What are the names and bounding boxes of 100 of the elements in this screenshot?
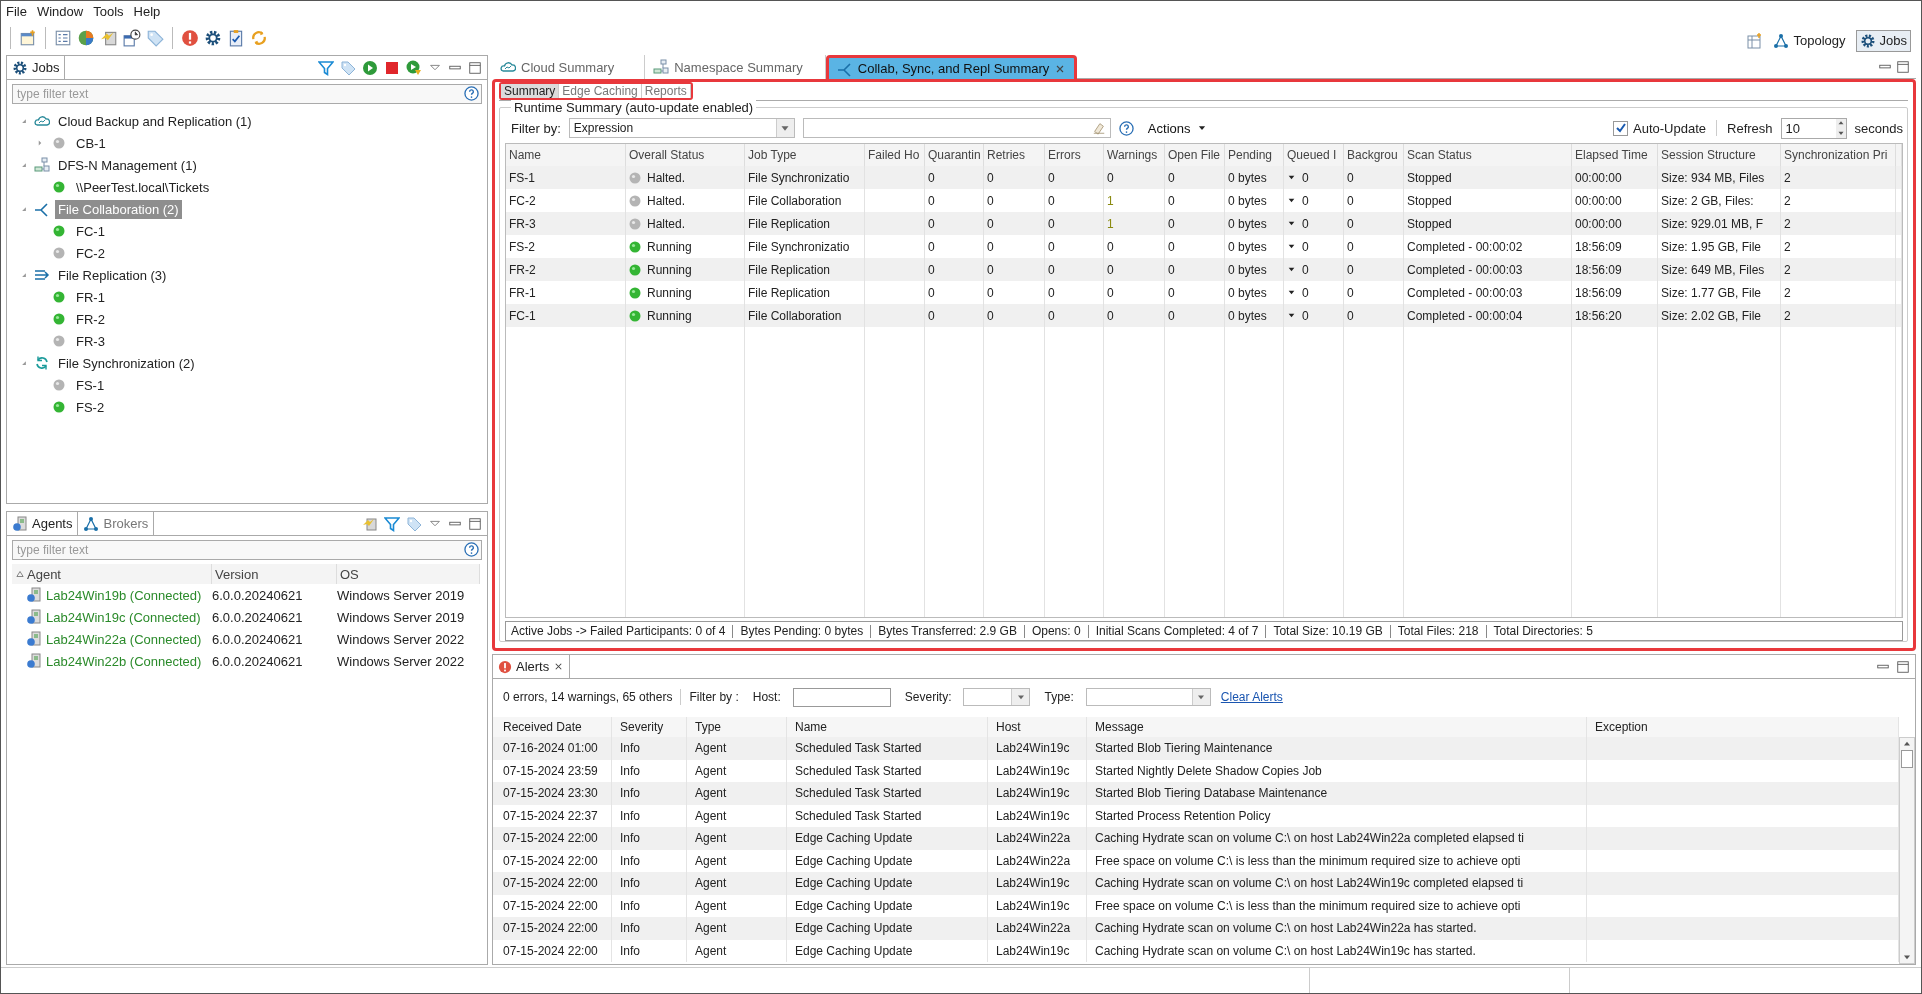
menu-item[interactable]: Tools [93,3,124,20]
actions-menu[interactable]: Actions [1141,119,1214,137]
editor-tab[interactable]: Collab, Sync, and Repl Summary [825,55,1078,79]
editor-tab[interactable]: Namespace Summary [645,55,826,79]
new-window-icon[interactable] [19,28,37,47]
tree-item[interactable]: FR-3 [73,331,108,351]
tree-item[interactable]: FS-1 [73,375,108,395]
table-cell: 0 [1347,216,1354,231]
subtab[interactable]: Summary [501,84,560,98]
table-cell: 0 [987,308,994,323]
severity-dropdown[interactable] [963,688,1031,706]
play-icon[interactable] [406,59,422,76]
filter-icon[interactable] [318,59,334,76]
type-dropdown[interactable] [1085,688,1211,706]
maximize-icon[interactable] [468,60,482,75]
menu-item[interactable]: File [6,3,27,20]
menu-item[interactable]: Help [133,3,161,20]
tree-item[interactable]: Cloud Backup and Replication (1) [55,111,255,131]
agent-name[interactable]: Lab24Win22b (Connected) [46,653,202,669]
table-cell: File Synchronizatio [748,239,850,254]
view-tab[interactable]: Brokers [78,512,155,535]
filter-field[interactable]: type filter text [12,84,482,104]
table-cell: Caching Hydrate scan on volume C:\ on host Lab24Win19c has started. [1095,943,1476,958]
table-cell: Size: 1.95 GB, File [1661,239,1762,254]
clear-alerts-link[interactable]: Clear Alerts [1220,690,1283,704]
maximize-icon[interactable] [468,516,482,531]
table-cell: 0 [1107,262,1114,277]
tag-icon[interactable] [340,59,356,76]
tree-item[interactable]: File Replication (3) [55,265,170,285]
table-cell: File Synchronizatio [748,170,850,185]
sync-icon[interactable] [250,28,268,47]
tree-item[interactable]: File Synchronization (2) [55,353,198,373]
column-header[interactable]: Version [212,564,337,584]
perspective-button[interactable]: Jobs [1855,29,1911,52]
new-view-icon[interactable] [1747,32,1764,49]
help-icon[interactable] [464,86,479,101]
tree-item[interactable]: FC-1 [73,221,108,241]
settings-icon[interactable] [204,28,222,47]
tree-item[interactable]: FR-2 [73,309,108,329]
refresh-spinner[interactable]: 10 [1780,117,1847,139]
summary-text: Total Files: 218 [1397,624,1479,638]
table-cell: Windows Server 2022 [337,631,465,647]
subtab[interactable]: Reports [641,84,691,98]
eraser-icon[interactable] [1091,121,1106,135]
table-cell: Agent [695,786,727,801]
table-cell: FS-2 [509,239,535,254]
help-icon[interactable] [1118,120,1134,136]
filter-field[interactable]: type filter text [12,540,482,560]
table-cell: Edge Caching Update [795,943,913,958]
scroll-bar[interactable] [1899,737,1915,964]
list-icon[interactable] [54,28,72,47]
subtab[interactable]: Edge Caching [559,84,642,98]
table-cell: 0 [928,308,935,323]
agent-name[interactable]: Lab24Win19c (Connected) [46,609,201,625]
agent-name[interactable]: Lab24Win19b (Connected) [46,587,202,603]
table-cell: Lab24Win19c [996,763,1070,778]
table-cell: 0 [1048,239,1055,254]
menu-item[interactable]: Window [36,3,84,20]
table-cell: Agent [695,876,727,891]
editor-tab[interactable]: Cloud Summary [492,55,646,79]
table-cell: Agent [695,763,727,778]
tree-item[interactable]: FR-1 [73,287,108,307]
stop-icon[interactable] [384,59,400,76]
alert-icon[interactable] [181,28,199,47]
table-cell: Free space on volume C:\ is less than the minimum required size to achieve opti [1095,853,1521,868]
tree-item[interactable]: CB-1 [73,133,109,153]
checkbox[interactable] [1613,120,1629,136]
maximize-icon[interactable] [1896,59,1910,74]
table-cell: Completed - 00:00:03 [1407,285,1523,300]
host-field[interactable] [792,687,891,707]
expression-field[interactable] [802,118,1111,138]
column-header[interactable]: OS [337,564,480,584]
tree-item[interactable]: \\PeerTest.local\Tickets [73,177,213,197]
table-cell: 0 [1048,193,1055,208]
agent-name[interactable]: Lab24Win22a (Connected) [46,631,202,647]
scroll-thumb[interactable] [1901,750,1913,768]
table-cell: 0 [1107,285,1114,300]
pie-chart-icon[interactable] [77,28,95,47]
filter-icon[interactable] [384,515,400,532]
table-cell: Lab24Win22a [996,853,1071,868]
tree-item[interactable]: FC-2 [73,243,108,263]
table-cell: Scheduled Task Started [795,763,922,778]
tag-icon[interactable] [406,515,422,532]
summary-text: Bytes Pending: 0 bytes [740,624,864,638]
table-cell: 0 bytes [1228,216,1267,231]
play-icon[interactable] [362,59,378,76]
help-icon[interactable] [464,542,479,557]
table-cell: 0 [1168,193,1175,208]
table-cell: Started Process Retention Policy [1095,808,1271,823]
maximize-icon[interactable] [1896,659,1910,674]
clipboard-icon[interactable] [227,28,245,47]
server-icon[interactable] [362,515,378,532]
calendar-icon[interactable] [123,28,141,47]
column-header[interactable]: Agent [12,564,212,584]
table-cell: Started Blob Tiering Maintenance [1095,741,1273,756]
perspective-button[interactable]: Topology [1769,29,1850,52]
filter-dropdown[interactable]: Expression [568,118,795,138]
tree-item[interactable]: DFS-N Management (1) [55,155,200,175]
tree-item[interactable]: FS-2 [73,397,108,417]
tag-icon[interactable] [146,28,164,47]
